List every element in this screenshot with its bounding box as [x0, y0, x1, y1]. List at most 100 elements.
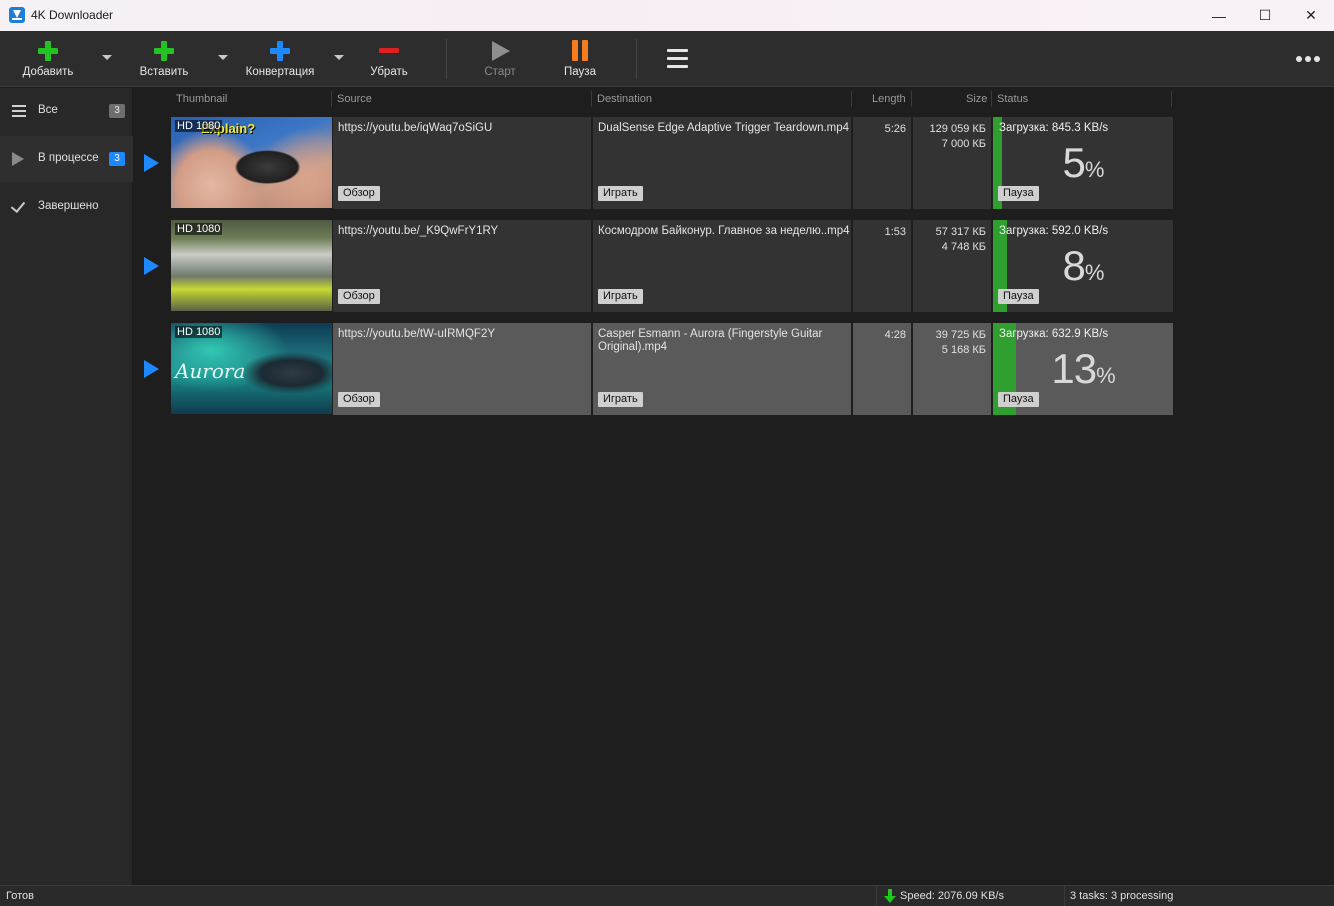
progress-percent: 5% — [993, 139, 1173, 187]
length-cell: 4:28 — [853, 323, 911, 415]
percent-value: 5 — [1062, 139, 1086, 186]
close-button[interactable]: ✕ — [1288, 0, 1334, 31]
column-divider[interactable] — [911, 91, 912, 107]
video-length: 5:26 — [884, 123, 906, 135]
row-pause-button[interactable]: Пауза — [998, 186, 1039, 201]
source-cell: https://youtu.be/iqWaq7oSiGU Обзор — [333, 117, 591, 209]
title-bar: 4K Downloader — ☐ ✕ — [0, 0, 1334, 31]
check-icon — [12, 201, 26, 213]
more-options-icon[interactable] — [1296, 56, 1320, 62]
percent-unit: % — [1084, 157, 1105, 182]
download-arrow-icon — [884, 889, 896, 904]
size-total: 129 059 КБ — [929, 123, 986, 135]
source-cell: https://youtu.be/tW-uIRMQF2Y Обзор — [333, 323, 591, 415]
destination-cell: Casper Esmann - Aurora (Fingerstyle Guit… — [593, 323, 851, 415]
progress-percent: 8% — [993, 242, 1173, 290]
column-header-length[interactable]: Length — [872, 93, 906, 105]
video-thumbnail: Explain? HD 1080 — [171, 117, 332, 208]
download-speed: Загрузка: 632.9 KB/s — [999, 328, 1109, 340]
percent-value: 8 — [1062, 242, 1086, 289]
row-pause-button[interactable]: Пауза — [998, 392, 1039, 407]
list-icon — [12, 105, 26, 117]
toolbar-separator — [636, 39, 637, 79]
pause-icon — [568, 39, 592, 63]
video-length: 1:53 — [884, 226, 906, 238]
remove-button[interactable]: Убрать — [362, 31, 416, 87]
column-divider[interactable] — [1171, 91, 1172, 107]
add-plus-icon — [36, 39, 60, 63]
convert-button[interactable]: Конвертация — [242, 31, 318, 87]
count-badge: 3 — [109, 104, 125, 118]
progress-percent: 13% — [993, 345, 1173, 393]
row-play-icon[interactable] — [144, 154, 159, 172]
start-button[interactable]: Старт — [474, 31, 526, 87]
browse-button[interactable]: Обзор — [338, 289, 380, 304]
column-header-source[interactable]: Source — [337, 93, 372, 105]
column-header-size[interactable]: Size — [966, 93, 987, 105]
column-divider[interactable] — [991, 91, 992, 107]
sidebar-item-in-progress[interactable]: В процессе 3 — [0, 136, 133, 182]
play-file-button[interactable]: Играть — [598, 186, 643, 201]
size-total: 57 317 КБ — [935, 226, 986, 238]
size-downloaded: 4 748 КБ — [941, 241, 986, 253]
size-total: 39 725 КБ — [935, 329, 986, 341]
remove-minus-icon — [377, 39, 401, 63]
quality-badge: HD 1080 — [175, 120, 223, 132]
add-button[interactable]: Добавить — [20, 31, 76, 87]
total-speed: Speed: 2076.09 KB/s — [900, 890, 1004, 902]
status-cell: Загрузка: 845.3 KB/s 5% Пауза — [993, 117, 1173, 209]
row-play-icon[interactable] — [144, 360, 159, 378]
paste-dropdown-chevron-icon[interactable] — [218, 55, 228, 60]
row-pause-button[interactable]: Пауза — [998, 289, 1039, 304]
destination-filename: Casper Esmann - Aurora (Fingerstyle Guit… — [598, 328, 823, 353]
source-cell: https://youtu.be/_K9QwFrY1RY Обзор — [333, 220, 591, 312]
column-divider[interactable] — [331, 91, 332, 107]
minimize-button[interactable]: — — [1196, 0, 1242, 31]
table-row[interactable]: Aurora HD 1080 https://youtu.be/tW-uIRMQ… — [134, 323, 1174, 415]
play-file-button[interactable]: Играть — [598, 289, 643, 304]
video-length: 4:28 — [884, 329, 906, 341]
sidebar-item-label: Все — [38, 104, 58, 116]
add-dropdown-chevron-icon[interactable] — [102, 55, 112, 60]
statusbar-separator — [876, 886, 877, 906]
size-downloaded: 5 168 КБ — [941, 344, 986, 356]
destination-cell: Космодром Байконур. Главное за неделю..m… — [593, 220, 851, 312]
convert-plus-icon — [268, 39, 292, 63]
status-bar: Готов Speed: 2076.09 KB/s 3 tasks: 3 pro… — [0, 885, 1334, 906]
maximize-button[interactable]: ☐ — [1242, 0, 1288, 31]
browse-button[interactable]: Обзор — [338, 392, 380, 407]
percent-unit: % — [1096, 363, 1116, 388]
destination-cell: DualSense Edge Adaptive Trigger Teardown… — [593, 117, 851, 209]
table-row[interactable]: Explain? HD 1080 https://youtu.be/iqWaq7… — [134, 117, 1174, 209]
source-url: https://youtu.be/tW-uIRMQF2Y — [338, 328, 496, 340]
table-row[interactable]: HD 1080 https://youtu.be/_K9QwFrY1RY Обз… — [134, 220, 1174, 312]
sidebar: Все 3 В процессе 3 Завершено — [0, 88, 133, 885]
convert-button-label: Конвертация — [245, 66, 315, 78]
column-divider[interactable] — [851, 91, 852, 107]
destination-filename: DualSense Edge Adaptive Trigger Teardown… — [598, 122, 850, 134]
column-header-thumbnail[interactable]: Thumbnail — [176, 93, 227, 105]
start-play-icon — [488, 39, 512, 63]
paste-button[interactable]: Вставить — [136, 31, 192, 87]
browse-button[interactable]: Обзор — [338, 186, 380, 201]
sidebar-item-all[interactable]: Все 3 — [0, 88, 133, 134]
toolbar-separator — [446, 39, 447, 79]
size-downloaded: 7 000 КБ — [941, 138, 986, 150]
video-thumbnail: HD 1080 — [171, 220, 332, 311]
column-divider[interactable] — [591, 91, 592, 107]
convert-dropdown-chevron-icon[interactable] — [334, 55, 344, 60]
sidebar-item-completed[interactable]: Завершено — [0, 184, 133, 230]
pause-button[interactable]: Пауза — [554, 31, 606, 87]
size-cell: 57 317 КБ 4 748 КБ — [913, 220, 991, 312]
quality-badge: HD 1080 — [175, 223, 223, 235]
column-header-status[interactable]: Status — [997, 93, 1028, 105]
column-header-destination[interactable]: Destination — [597, 93, 652, 105]
play-file-button[interactable]: Играть — [598, 392, 643, 407]
row-play-icon[interactable] — [144, 257, 159, 275]
count-badge: 3 — [109, 152, 125, 166]
menu-hamburger-icon[interactable] — [667, 49, 688, 68]
app-logo-icon — [9, 7, 25, 23]
add-button-label: Добавить — [22, 66, 74, 78]
status-ready-text: Готов — [6, 890, 34, 902]
start-button-label: Старт — [484, 66, 516, 78]
